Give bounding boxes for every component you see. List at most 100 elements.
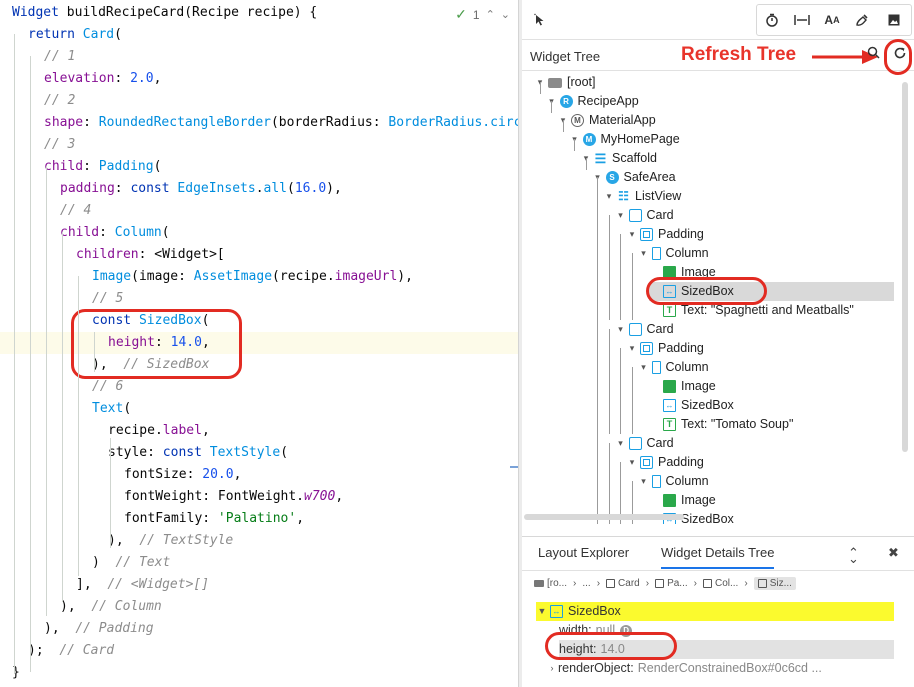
code-token: padding [60, 181, 115, 196]
timer-icon[interactable] [758, 6, 786, 34]
breadcrumb-item[interactable]: Col... [703, 578, 738, 589]
details-root-row[interactable]: ▼ ↔ SizedBox [536, 602, 894, 621]
code-token: return [28, 27, 83, 42]
select-widget-mode-icon[interactable] [526, 6, 554, 34]
code-token: children [76, 247, 139, 262]
image-icon[interactable] [880, 6, 908, 34]
card-widget-icon [628, 209, 642, 222]
refresh-tree-icon[interactable] [890, 46, 910, 66]
paint-icon[interactable] [848, 6, 876, 34]
chevron-down-icon[interactable]: ▾ [626, 339, 638, 358]
tree-node[interactable]: ▾[root] [534, 73, 596, 92]
chevron-down-icon[interactable]: ▾ [626, 453, 638, 472]
chevron-down-icon[interactable]: ▾ [638, 244, 650, 263]
chevron-down-icon[interactable]: ▾ [615, 320, 627, 339]
code-token: : [83, 159, 99, 174]
code-token: , [233, 467, 242, 482]
baseline-icon[interactable] [788, 6, 816, 34]
tab-layout-explorer[interactable]: Layout Explorer [538, 545, 629, 560]
code-line[interactable]: child: Column( [0, 222, 518, 244]
tree-node[interactable]: ▾ Padding [626, 339, 704, 358]
tree-node-label: Card [646, 436, 674, 450]
tree-node-label: Image [681, 379, 716, 393]
chevron-down-icon[interactable]: ▾ [638, 358, 650, 377]
breadcrumb-item[interactable]: Siz... [753, 576, 796, 590]
height-property-row[interactable]: height: 14.0 [559, 640, 894, 659]
code-line[interactable]: ), // Padding [0, 618, 518, 640]
chevron-right-icon[interactable]: › [546, 659, 558, 678]
chevron-down-icon[interactable]: ▾ [615, 434, 627, 453]
code-editor[interactable]: ✓ 1 ⌃ ⌄ Widget buildRecipeCard(Recipe re… [0, 0, 518, 687]
tree-node[interactable]: T Text: "Tomato Soup" [649, 415, 793, 434]
code-line[interactable]: padding: const EdgeInsets.all(16.0), [0, 178, 518, 200]
code-line[interactable]: ], // <Widget>[] [0, 574, 518, 596]
tree-node[interactable]: ▾MMyHomePage [569, 130, 680, 149]
tree-node[interactable]: ▾ Padding [626, 453, 704, 472]
tree-node[interactable]: ▾ Card [615, 434, 674, 453]
tree-node[interactable]: ▾ Padding [626, 225, 704, 244]
tree-node[interactable]: ▾MMaterialApp [557, 111, 656, 130]
collapse-panel-icon[interactable]: ✖ [888, 545, 899, 561]
code-line[interactable]: // 2 [0, 90, 518, 112]
code-token: 14.0 [170, 335, 202, 350]
code-line[interactable]: children: <Widget>[ [0, 244, 518, 266]
code-line[interactable]: } [0, 662, 518, 684]
breadcrumb: [ro... ›... › Card › Pa... › Col... › Siz... [534, 573, 796, 593]
text-size-icon[interactable]: AA [818, 6, 846, 34]
tree-node[interactable]: ↔ SizedBox [649, 282, 894, 301]
tree-node[interactable]: T Text: "Spaghetti and Meatballs" [649, 301, 854, 320]
code-line[interactable]: // 3 [0, 134, 518, 156]
tree-node[interactable]: ▾ Card [615, 206, 674, 225]
tab-widget-details-tree[interactable]: Widget Details Tree [661, 545, 775, 569]
tree-node[interactable]: ▾ ☷ ListView [603, 187, 682, 206]
code-token: child [44, 159, 84, 174]
tree-node[interactable]: ▾ Column [638, 358, 709, 377]
indent-guide [94, 332, 95, 372]
code-token: Card [82, 27, 115, 42]
widget-tree[interactable]: ▾[root]▾RRecipeApp▾MMaterialApp▾MMyHomeP… [522, 72, 914, 524]
tree-node[interactable]: ▾RRecipeApp [546, 92, 639, 111]
width-property-row[interactable]: width: null D [559, 621, 633, 640]
tree-node-label: Scaffold [612, 151, 657, 165]
tree-node[interactable]: ▾☰Scaffold [580, 149, 657, 168]
width-value: null [595, 623, 616, 637]
tree-node[interactable]: Image [649, 263, 716, 282]
tree-vertical-scrollbar[interactable] [902, 82, 908, 452]
code-token: // 3 [44, 137, 76, 152]
code-token: ( [201, 313, 210, 328]
chevron-down-icon[interactable]: ▼ [536, 602, 548, 621]
code-line[interactable]: ); // Card [0, 640, 518, 662]
details-panel: Layout Explorer Widget Details Tree ⌃ ⌄ … [522, 536, 914, 687]
tree-node[interactable]: ▾ Column [638, 244, 709, 263]
tree-node[interactable]: ▾ Card [615, 320, 674, 339]
breadcrumb-item[interactable]: Card [606, 578, 640, 589]
tree-node[interactable]: Image [649, 377, 716, 396]
tree-node[interactable]: Image [649, 491, 716, 510]
tree-node[interactable]: ▾ Column [638, 472, 709, 491]
expand-down-icon[interactable]: ⌄ [848, 551, 859, 567]
code-line[interactable]: // 4 [0, 200, 518, 222]
folder-widget-icon [548, 77, 562, 88]
search-icon[interactable] [867, 46, 880, 62]
render-object-row[interactable]: › renderObject: RenderConstrainedBox#0c6… [546, 659, 822, 678]
chevron-down-icon[interactable]: ▾ [638, 472, 650, 491]
code-line[interactable]: child: Padding( [0, 156, 518, 178]
code-line[interactable]: Widget buildRecipeCard(Recipe recipe) { [0, 2, 518, 24]
breadcrumb-item[interactable]: Pa... [655, 578, 688, 589]
code-line[interactable]: shape: RoundedRectangleBorder(borderRadi… [0, 112, 518, 134]
code-line[interactable]: return Card( [0, 24, 518, 46]
tree-node-label: SizedBox [681, 284, 734, 298]
chevron-down-icon[interactable]: ▾ [626, 225, 638, 244]
breadcrumb-item[interactable]: ... [582, 578, 590, 589]
breadcrumb-item[interactable]: [ro... [534, 578, 567, 589]
code-line[interactable]: ), // Column [0, 596, 518, 618]
tree-node[interactable]: ↔ SizedBox [649, 396, 734, 415]
chevron-down-icon[interactable]: ▾ [603, 187, 615, 206]
padding-widget-icon [640, 456, 653, 469]
tree-horizontal-scrollbar[interactable] [524, 514, 684, 520]
chevron-down-icon[interactable]: ▾ [615, 206, 627, 225]
tree-node[interactable]: ▾SSafeArea [592, 168, 676, 187]
code-line[interactable]: // 1 [0, 46, 518, 68]
padding-widget-icon [640, 342, 653, 355]
code-line[interactable]: elevation: 2.0, [0, 68, 518, 90]
